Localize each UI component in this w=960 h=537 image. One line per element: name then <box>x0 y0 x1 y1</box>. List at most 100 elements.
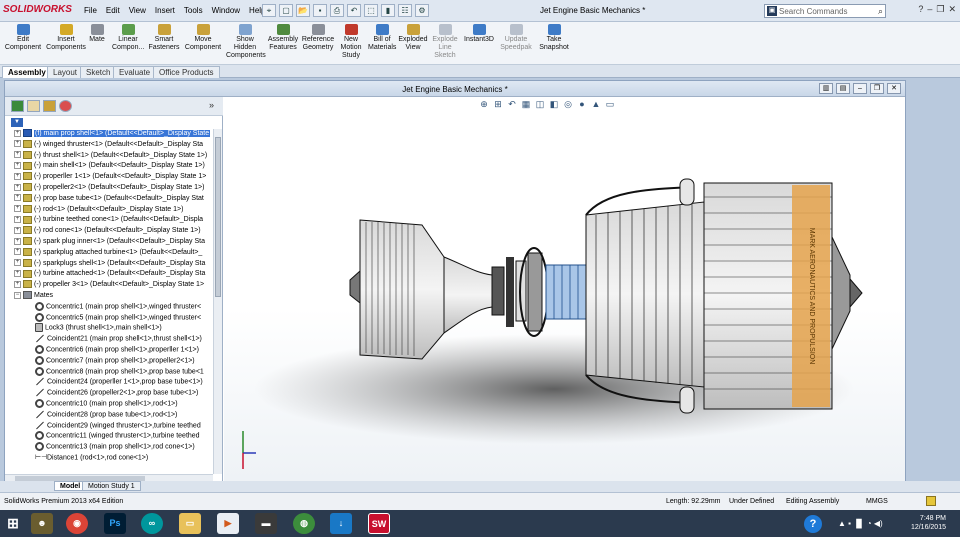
expand-icon[interactable]: + <box>14 216 21 224</box>
media-player-icon[interactable]: ▶ <box>217 513 239 534</box>
scroll-thumb[interactable] <box>215 137 221 297</box>
tree-mate-item[interactable]: Concentric11 (winged thruster<1>,turbine… <box>5 431 213 442</box>
tree-component-item[interactable]: + (-) sparkplugs shell<1> (Default<<Defau… <box>5 258 213 270</box>
property-manager-tab-icon[interactable] <box>27 100 40 112</box>
tree-component-item[interactable]: + (-) turbine teethed cone<1> (Default<<D… <box>5 215 213 226</box>
cascade-icon[interactable]: ▤ <box>836 83 850 94</box>
tab-layout[interactable]: Layout <box>47 66 84 78</box>
photoshop-icon[interactable]: Ps <box>104 513 126 534</box>
motion-study-button[interactable]: New Motion Study <box>338 24 364 60</box>
options-icon[interactable]: ⚙ <box>415 4 429 17</box>
new-document-icon[interactable]: ▢ <box>279 4 293 17</box>
expand-icon[interactable]: + <box>14 270 21 278</box>
search-scope-icon[interactable]: ▣ <box>767 6 777 16</box>
tree-mate-item[interactable]: Coincident28 (prop base tube<1>,rod<1>) <box>5 410 213 421</box>
expand-icon[interactable]: + <box>14 183 21 191</box>
tree-component-item[interactable]: + (-) rod<1> (Default<<Default>_Display S… <box>5 204 213 216</box>
tree-mate-item[interactable]: Concentric10 (main prop shell<1>,rod<1>) <box>5 398 213 410</box>
print-icon[interactable]: ⎙ <box>330 4 344 17</box>
close-icon[interactable]: ✕ <box>948 4 956 15</box>
expand-icon[interactable]: + <box>14 162 21 170</box>
show-hidden-button[interactable]: Show Hidden Components <box>226 24 266 60</box>
menu-insert[interactable]: Insert <box>155 6 175 15</box>
tab-evaluate[interactable]: Evaluate <box>113 66 157 78</box>
search-icon[interactable]: ⌕ <box>878 6 883 17</box>
tree-component-item[interactable]: + (-) rod cone<1> (Default<<Default>_Disp… <box>5 226 213 237</box>
rebuild-icon[interactable]: ▮ <box>381 4 395 17</box>
collapse-icon[interactable]: − <box>14 291 21 299</box>
tab-sketch[interactable]: Sketch <box>80 66 117 78</box>
expand-icon[interactable]: + <box>14 259 21 267</box>
expand-icon[interactable]: + <box>14 205 21 213</box>
feature-manager-tab-icon[interactable] <box>11 100 24 112</box>
tree-component-item[interactable]: + (f) main prop shell<1> (Default<<Defaul… <box>5 129 213 140</box>
tree-component-item[interactable]: + (-) properller 1<1> (Default<<Default>_… <box>5 172 213 183</box>
clock[interactable]: 7:48 PM 12/16/2015 <box>911 514 946 532</box>
menu-edit[interactable]: Edit <box>106 6 120 15</box>
tree-mate-item[interactable]: Concentric1 (main prop shell<1>,winged t… <box>5 301 213 313</box>
restore-icon[interactable]: ❐ <box>936 4 944 15</box>
tile-icon[interactable]: ▥ <box>819 83 833 94</box>
tree-mate-item[interactable]: Coincident21 (main prop shell<1>,thrust … <box>5 334 213 345</box>
configuration-manager-tab-icon[interactable] <box>43 100 56 112</box>
chrome-icon[interactable]: ◉ <box>66 513 88 534</box>
search-commands-input[interactable]: ▣ Search Commands ⌕ <box>764 4 886 18</box>
exploded-view-button[interactable]: Exploded View <box>398 24 428 52</box>
move-component-button[interactable]: Move Component <box>184 24 222 52</box>
tree-component-item[interactable]: + (-) winged thruster<1> (Default<<Defaul… <box>5 139 213 151</box>
jet-engine-model[interactable]: MARK AERONAUTICS AND PROPULSION <box>224 97 905 481</box>
globe-icon[interactable]: ◍ <box>293 513 315 534</box>
solidworks-taskbar-icon[interactable]: SW <box>368 513 390 534</box>
select-icon[interactable]: ⬚ <box>364 4 378 17</box>
expand-icon[interactable]: + <box>14 226 21 234</box>
expand-icon[interactable]: + <box>14 194 21 202</box>
assembly-features-button[interactable]: Assembly Features <box>266 24 300 52</box>
help-icon[interactable]: ? <box>918 4 923 15</box>
tree-mate-item[interactable]: Concentric7 (main prop shell<1>,propelle… <box>5 355 213 367</box>
tree-mate-item[interactable]: ⊢⊣Distance1 (rod<1>,rod cone<1>) <box>5 453 213 464</box>
bom-button[interactable]: Bill of Materials <box>368 24 396 52</box>
undo-icon[interactable]: ↶ <box>347 4 361 17</box>
tree-mate-item[interactable]: Concentric8 (main prop shell<1>,prop bas… <box>5 366 213 378</box>
smart-fasteners-button[interactable]: Smart Fasteners <box>146 24 182 52</box>
minimize-icon[interactable]: – <box>927 4 932 15</box>
reference-geometry-button[interactable]: Reference Geometry <box>300 24 336 52</box>
menu-tools[interactable]: Tools <box>184 6 203 15</box>
expand-icon[interactable]: + <box>14 172 21 180</box>
tree-mate-item[interactable]: Concentric5 (main prop shell<1>,winged t… <box>5 312 213 324</box>
status-units[interactable]: MMGS <box>866 498 888 505</box>
menu-view[interactable]: View <box>129 6 146 15</box>
download-icon[interactable]: ↓ <box>330 513 352 534</box>
terminal-icon[interactable]: ▬ <box>255 513 277 534</box>
expand-icon[interactable]: + <box>14 140 21 148</box>
save-icon[interactable]: ▪ <box>313 4 327 17</box>
expand-icon[interactable]: + <box>14 237 21 245</box>
speedpak-button[interactable]: Update Speedpak <box>500 24 532 52</box>
tree-mate-item[interactable]: Concentric13 (main prop shell<1>,rod con… <box>5 442 213 453</box>
file-explorer-icon[interactable]: ▭ <box>179 513 201 534</box>
file-properties-icon[interactable]: ☷ <box>398 4 412 17</box>
explode-line-button[interactable]: Explode Line Sketch <box>430 24 460 60</box>
start-icon[interactable]: ⊞ <box>2 513 24 534</box>
tree-component-item[interactable]: + (-) turbine attached<1> (Default<<Defau… <box>5 269 213 280</box>
instant3d-button[interactable]: Instant3D <box>462 24 496 44</box>
tree-component-item[interactable]: + (-) propeller 3<1> (Default<<Default>_D… <box>5 280 213 291</box>
doc-close-icon[interactable]: ✕ <box>887 83 901 94</box>
tree-mate-item[interactable]: Concentric6 (main prop shell<1>,properll… <box>5 344 213 356</box>
tree-vertical-scrollbar[interactable] <box>213 129 222 474</box>
tree-component-item[interactable]: + (-) thrust shell<1> (Default<<Default>_… <box>5 150 213 162</box>
snapshot-button[interactable]: Take Snapshot <box>536 24 572 52</box>
open-icon[interactable]: 📂 <box>296 4 310 17</box>
tree-component-item[interactable]: + (-) main shell<1> (Default<<Default>_Di… <box>5 161 213 172</box>
doc-minimize-icon[interactable]: – <box>853 83 867 94</box>
taskbar-app-icon[interactable]: ☻ <box>31 513 53 534</box>
expand-icon[interactable]: + <box>14 280 21 288</box>
expand-icon[interactable]: + <box>14 129 21 137</box>
rebuild-status-icon[interactable] <box>926 496 936 506</box>
insert-components-button[interactable]: Insert Components <box>46 24 86 52</box>
display-manager-tab-icon[interactable] <box>59 100 72 112</box>
tab-assembly[interactable]: Assembly <box>2 66 52 78</box>
tree-mate-item[interactable]: Coincident24 (properller 1<1>,prop base … <box>5 377 213 388</box>
mate-button[interactable]: Mate <box>86 24 108 44</box>
tree-mate-item[interactable]: Coincident26 (propeller2<1>,prop base tu… <box>5 388 213 399</box>
